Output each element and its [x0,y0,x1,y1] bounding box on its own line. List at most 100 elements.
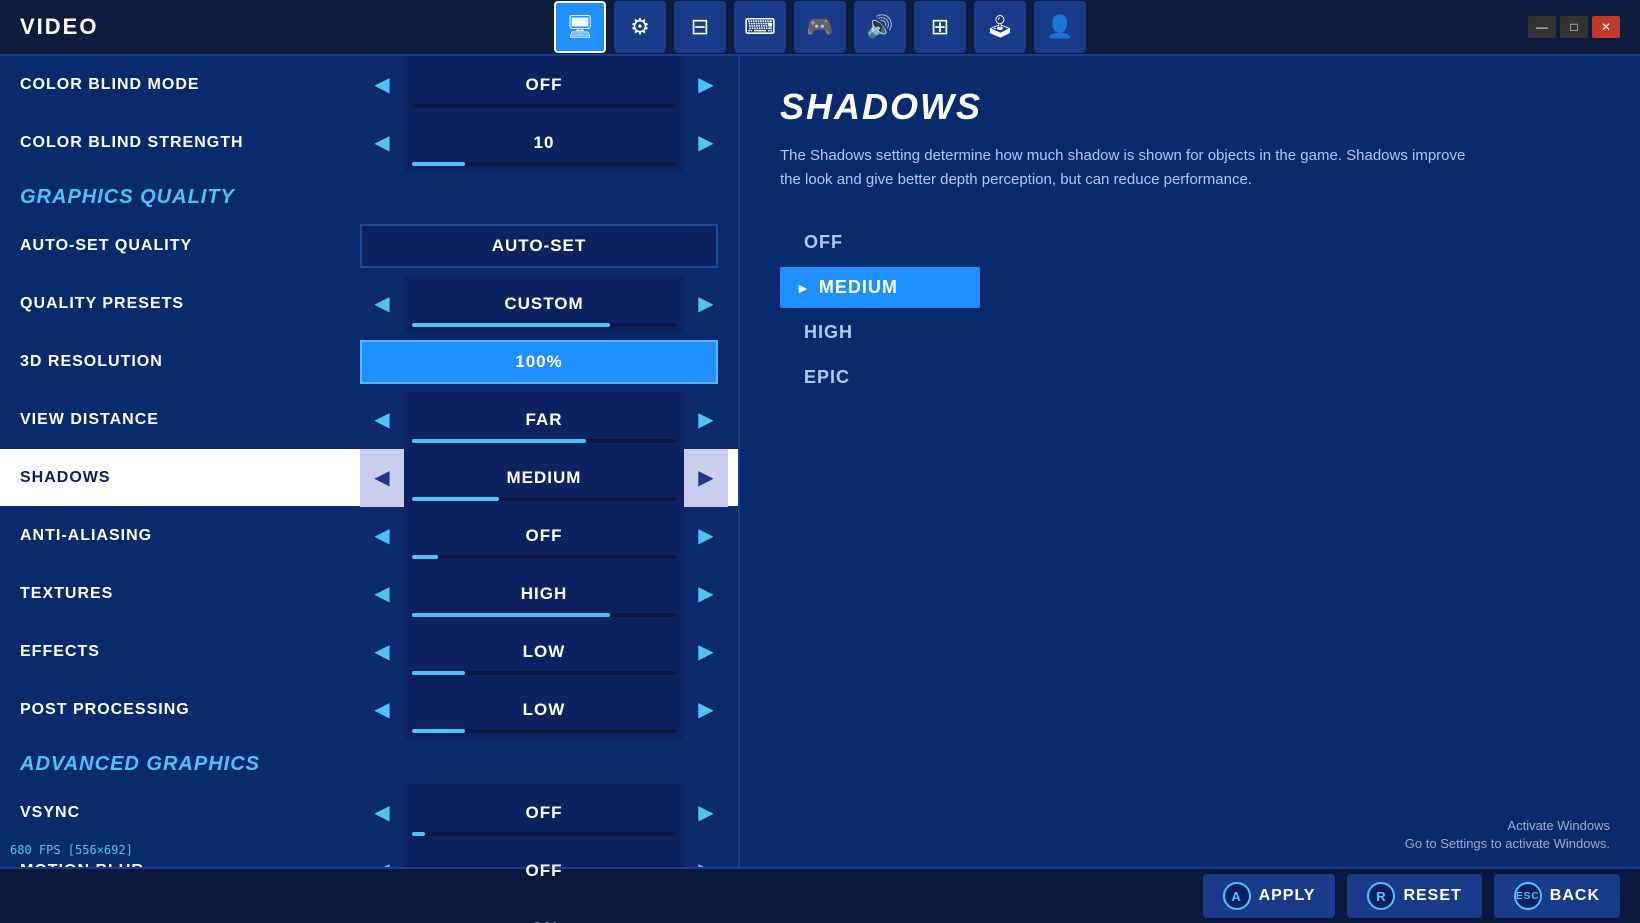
color-blind-mode-control: ◀ OFF ▶ [360,56,728,113]
quality-presets-row: QUALITY PRESETS ◀ CUSTOM ▶ [0,275,738,333]
quality-presets-control: ◀ CUSTOM ▶ [360,275,728,332]
auto-set-quality-label: AUTO-SET QUALITY [0,237,360,255]
quality-presets-next[interactable]: ▶ [684,275,728,333]
fps-counter: 680 FPS [556×692] [10,843,133,857]
color-blind-mode-next[interactable]: ▶ [684,56,728,114]
color-blind-strength-label: COLOR BLIND STRENGTH [0,134,360,152]
main-content: COLOR BLIND MODE ◀ OFF ▶ COLOR BLIND STR… [0,56,1640,923]
detail-title: SHADOWS [780,86,1600,128]
motion-blur-value: OFF [526,861,563,881]
auto-set-full-control: AUTO-SET [360,217,718,275]
option-off-label: OFF [804,232,843,253]
nav-icon-gamepad[interactable]: 🎮 [794,1,846,53]
effects-bar [412,671,676,675]
shadows-next[interactable]: ▶ [684,449,728,507]
activate-line2: Go to Settings to activate Windows. [1405,835,1610,853]
shadows-row[interactable]: SHADOWS ◀ MEDIUM ▶ [0,449,738,507]
nav-icon-controller[interactable]: 🕹 [974,1,1026,53]
view-distance-row: VIEW DISTANCE ◀ FAR ▶ [0,391,738,449]
option-high[interactable]: HIGH [780,312,980,353]
options-list: OFF ► MEDIUM HIGH EPIC [780,222,1600,398]
option-medium-label: MEDIUM [819,277,898,298]
detail-panel: SHADOWS The Shadows setting determine ho… [740,56,1640,923]
color-blind-strength-next[interactable]: ▶ [684,114,728,172]
anti-aliasing-label: ANTI-ALIASING [0,527,360,545]
minimize-button[interactable]: — [1528,16,1556,38]
textures-value-box: HIGH [404,565,684,623]
anti-aliasing-value-box: OFF [404,507,684,565]
nav-icon-layout[interactable]: ⊟ [674,1,726,53]
effects-prev[interactable]: ◀ [360,623,404,681]
effects-value: LOW [523,642,566,662]
auto-set-btn[interactable]: AUTO-SET [360,224,718,268]
shadows-prev[interactable]: ◀ [360,449,404,507]
vsync-prev[interactable]: ◀ [360,784,404,842]
quality-presets-bar [412,323,676,327]
nav-icon-account[interactable]: 👤 [1034,1,1086,53]
auto-set-control: AUTO-SET [360,217,728,274]
resolution-3d-btn[interactable]: 100% [360,340,718,384]
anti-aliasing-prev[interactable]: ◀ [360,507,404,565]
anti-aliasing-control: ◀ OFF ▶ [360,507,728,564]
color-blind-strength-row: COLOR BLIND STRENGTH ◀ 10 ▶ [0,114,738,172]
effects-control: ◀ LOW ▶ [360,623,728,680]
advanced-graphics-header: ADVANCED GRAPHICS [0,739,738,784]
back-button[interactable]: ESC BACK [1494,874,1620,918]
close-button[interactable]: ✕ [1592,16,1620,38]
view-distance-value-box: FAR [404,391,684,449]
reset-label: RESET [1403,887,1461,905]
anti-aliasing-value: OFF [526,526,563,546]
detail-description: The Shadows setting determine how much s… [780,144,1480,192]
vsync-row: VSYNC ◀ OFF ▶ [0,784,738,842]
nav-icon-display[interactable]: 🖥 [554,1,606,53]
nav-icon-audio[interactable]: 🔊 [854,1,906,53]
view-distance-value: FAR [526,410,563,430]
color-blind-strength-control: ◀ 10 ▶ [360,114,728,171]
view-distance-bar [412,439,676,443]
view-distance-control: ◀ FAR ▶ [360,391,728,448]
nav-icon-network[interactable]: ⊞ [914,1,966,53]
option-epic-label: EPIC [804,367,850,388]
option-off[interactable]: OFF [780,222,980,263]
title-bar: VIDEO 🖥 ⚙ ⊟ ⌨ 🎮 🔊 ⊞ 🕹 👤 — □ ✕ [0,0,1640,56]
effects-next[interactable]: ▶ [684,623,728,681]
color-blind-mode-value: OFF [526,75,563,95]
back-key: ESC [1514,882,1542,910]
apply-button[interactable]: A APPLY [1203,874,1336,918]
nav-icon-keyboard[interactable]: ⌨ [734,1,786,53]
anti-aliasing-bar [412,555,676,559]
color-blind-strength-prev[interactable]: ◀ [360,114,404,172]
post-processing-prev[interactable]: ◀ [360,681,404,739]
vsync-label: VSYNC [0,804,360,822]
post-processing-label: POST PROCESSING [0,701,360,719]
vsync-control: ◀ OFF ▶ [360,784,728,841]
textures-next[interactable]: ▶ [684,565,728,623]
effects-label: EFFECTS [0,643,360,661]
vsync-value: OFF [526,803,563,823]
vsync-next[interactable]: ▶ [684,784,728,842]
vsync-bar [412,832,676,836]
option-medium[interactable]: ► MEDIUM [780,267,980,308]
view-distance-next[interactable]: ▶ [684,391,728,449]
post-processing-value: LOW [523,700,566,720]
maximize-button[interactable]: □ [1560,16,1588,38]
view-distance-prev[interactable]: ◀ [360,391,404,449]
option-epic[interactable]: EPIC [780,357,980,398]
anti-aliasing-next[interactable]: ▶ [684,507,728,565]
shadows-control: ◀ MEDIUM ▶ [360,449,728,506]
quality-presets-value: CUSTOM [504,294,583,314]
settings-left-panel: COLOR BLIND MODE ◀ OFF ▶ COLOR BLIND STR… [0,56,740,923]
color-blind-mode-label: COLOR BLIND MODE [0,76,360,94]
color-blind-mode-prev[interactable]: ◀ [360,56,404,114]
color-blind-strength-bar [412,162,676,166]
reset-button[interactable]: R RESET [1347,874,1481,918]
effects-row: EFFECTS ◀ LOW ▶ [0,623,738,681]
quality-presets-prev[interactable]: ◀ [360,275,404,333]
post-processing-bar [412,729,676,733]
textures-bar [412,613,676,617]
nav-icon-settings[interactable]: ⚙ [614,1,666,53]
textures-prev[interactable]: ◀ [360,565,404,623]
post-processing-next[interactable]: ▶ [684,681,728,739]
color-blind-mode-bar [412,104,676,108]
show-fps-value: ON [530,919,558,923]
